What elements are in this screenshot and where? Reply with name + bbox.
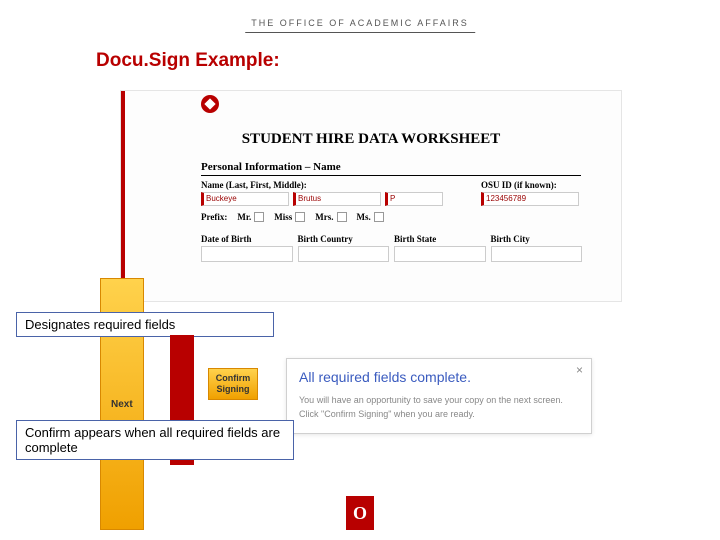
dob-label: Date of Birth xyxy=(201,234,292,244)
worksheet-heading: STUDENT HIRE DATA WORKSHEET xyxy=(121,131,621,148)
checkbox-icon xyxy=(374,212,384,222)
worksheet-panel: STUDENT HIRE DATA WORKSHEET Personal Inf… xyxy=(120,90,622,302)
birth-state-field[interactable] xyxy=(394,246,486,262)
birth-city-label: Birth City xyxy=(491,234,582,244)
prefix-option-ms[interactable]: Ms. xyxy=(357,212,384,222)
osu-id-label: OSU ID (if known): xyxy=(481,180,581,190)
prefix-label: Prefix: xyxy=(201,212,227,222)
personal-info-section: Personal Information – Name Name (Last, … xyxy=(201,161,581,262)
checkbox-icon xyxy=(337,212,347,222)
completion-popup: × All required fields complete. You will… xyxy=(286,358,592,434)
office-header: THE OFFICE OF ACADEMIC AFFAIRS xyxy=(245,18,475,33)
logo-letter: O xyxy=(353,503,367,524)
checkbox-icon xyxy=(254,212,264,222)
osu-id-field[interactable]: 123456789 xyxy=(481,192,579,206)
callout-confirm-note: Confirm appears when all required fields… xyxy=(16,420,294,460)
birth-country-field[interactable] xyxy=(298,246,390,262)
section-label: Personal Information – Name xyxy=(201,161,581,176)
first-name-field[interactable]: Brutus xyxy=(293,192,381,206)
worksheet-accent-bar xyxy=(121,91,125,301)
confirm-signing-button[interactable]: Confirm Signing xyxy=(208,368,258,400)
close-icon[interactable]: × xyxy=(576,363,583,377)
prefix-text: Miss xyxy=(274,212,292,222)
osu-seal-icon xyxy=(201,95,219,113)
prefix-text: Ms. xyxy=(357,212,371,222)
popup-line1: You will have an opportunity to save you… xyxy=(299,395,579,405)
last-name-field[interactable]: Buckeye xyxy=(201,192,289,206)
name-label: Name (Last, First, Middle): xyxy=(201,180,475,190)
birth-country-label: Birth Country xyxy=(298,234,389,244)
osu-logo-icon: O xyxy=(346,496,374,530)
dob-field[interactable] xyxy=(201,246,293,262)
popup-title: All required fields complete. xyxy=(299,369,579,385)
checkbox-icon xyxy=(295,212,305,222)
prefix-text: Mr. xyxy=(237,212,251,222)
prefix-option-mr[interactable]: Mr. xyxy=(237,212,264,222)
page-title: Docu.Sign Example: xyxy=(96,50,280,72)
prefix-text: Mrs. xyxy=(315,212,333,222)
middle-name-field[interactable]: P xyxy=(385,192,443,206)
birth-state-label: Birth State xyxy=(394,234,485,244)
callout-required-fields: Designates required fields xyxy=(16,312,274,337)
popup-line2: Click "Confirm Signing" when you are rea… xyxy=(299,409,579,419)
prefix-row: Prefix: Mr. Miss Mrs. Ms. xyxy=(201,212,581,222)
prefix-option-mrs[interactable]: Mrs. xyxy=(315,212,346,222)
birth-city-field[interactable] xyxy=(491,246,583,262)
prefix-option-miss[interactable]: Miss xyxy=(274,212,305,222)
